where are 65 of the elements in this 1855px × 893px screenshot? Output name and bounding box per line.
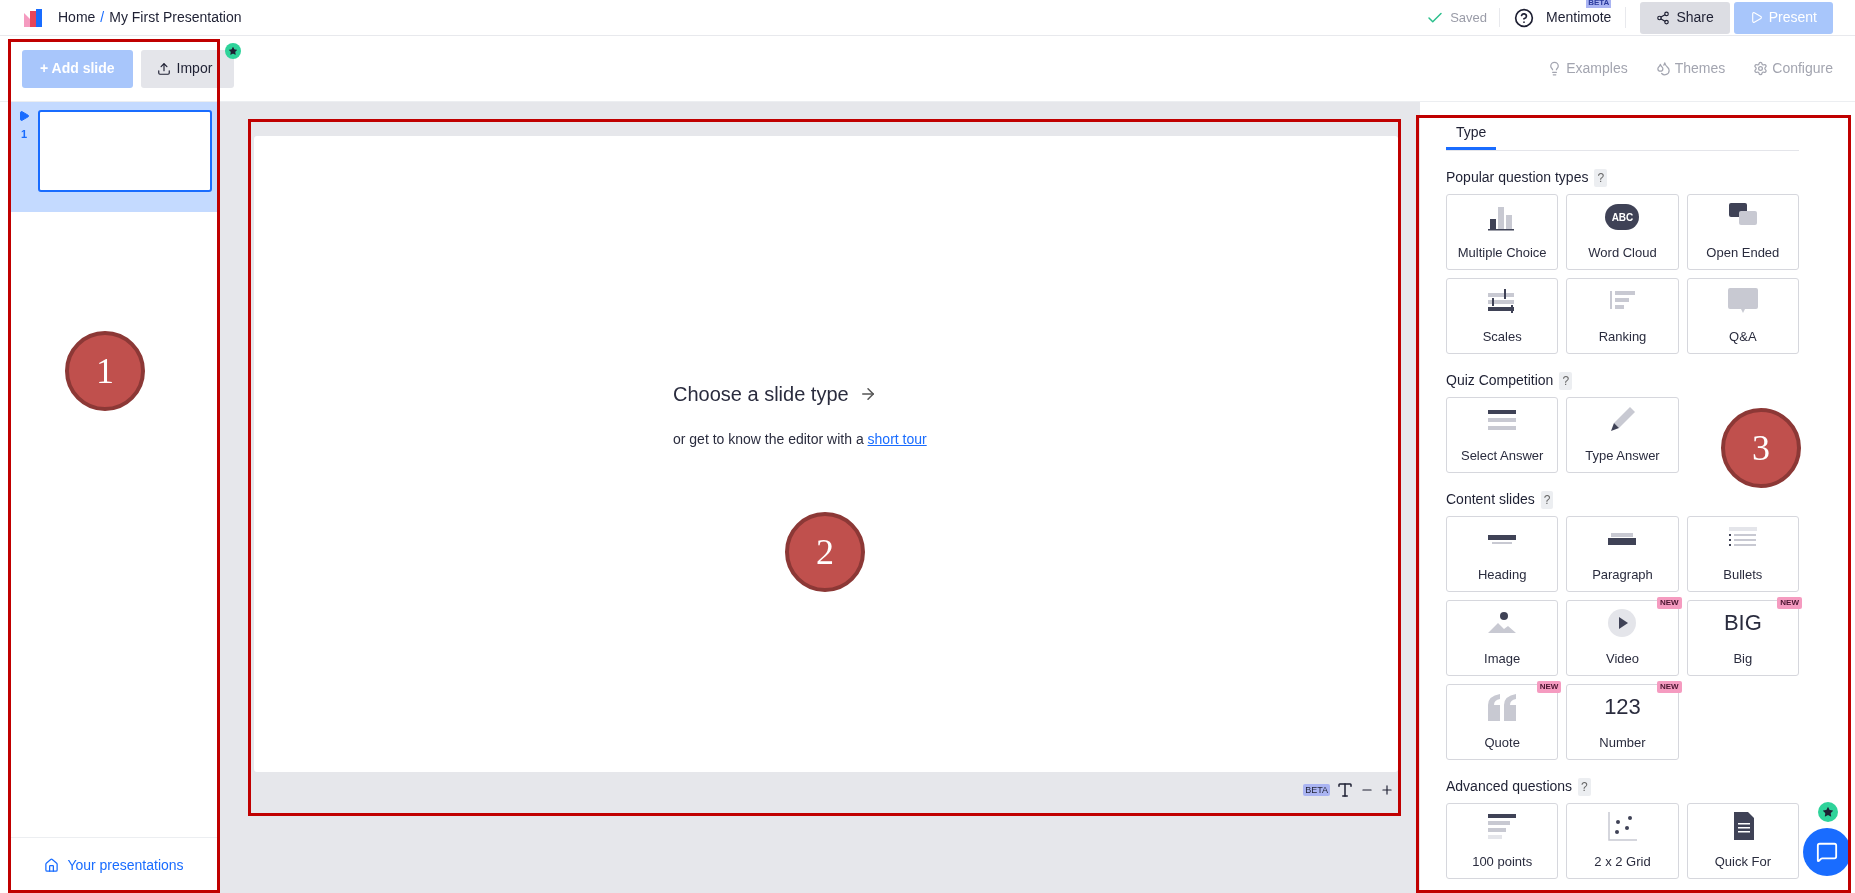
canvas-hint: or get to know the editor with a short tour	[673, 429, 927, 449]
panel-tab[interactable]: Type	[1446, 122, 1497, 150]
current-slide-icon	[18, 110, 30, 122]
section-heading: Popular question types	[1446, 168, 1589, 187]
slide-type-tile[interactable]: 123 Number NEW	[1566, 684, 1679, 760]
play-icon	[1749, 11, 1763, 24]
star-badge-icon	[225, 42, 242, 59]
text-size-icon[interactable]	[1336, 781, 1354, 799]
slide-type-tile[interactable]: Type Answer	[1566, 397, 1679, 473]
slide-type-tile[interactable]: Quote NEW	[1446, 684, 1559, 760]
your-presentations-link[interactable]: Your presentations	[67, 855, 184, 876]
short-tour-link[interactable]: short tour	[867, 430, 927, 447]
cloud-icon: ABC	[1605, 204, 1640, 231]
import-button[interactable]: Impor	[140, 49, 235, 88]
slide-type-tile[interactable]: Scales	[1446, 278, 1559, 354]
zoom-in-icon[interactable]	[1380, 783, 1394, 797]
chat-icon	[1816, 841, 1838, 863]
help-button[interactable]: ?	[1578, 777, 1591, 796]
slide-type-tile[interactable]: Image	[1446, 600, 1559, 676]
presentation-title[interactable]: My First Presentation	[109, 7, 242, 28]
slide-type-tile[interactable]: Video NEW	[1566, 600, 1679, 676]
canvas-title: Choose a slide type	[673, 381, 849, 407]
saved-status: Saved	[1450, 7, 1501, 28]
slide-type-tile[interactable]: Ranking	[1566, 278, 1679, 354]
tile-glyph: 123	[1604, 696, 1641, 719]
help-button[interactable]: ?	[1559, 371, 1573, 390]
slide-type-tile[interactable]: Open Ended	[1686, 194, 1799, 270]
slide-type-tile[interactable]: 2 x 2 Grid	[1566, 803, 1679, 879]
slide-type-tile[interactable]: Multiple Choice	[1446, 194, 1559, 270]
new-badge: NEW	[1777, 597, 1802, 609]
share-icon	[1656, 10, 1671, 25]
new-badge: NEW	[1657, 597, 1682, 609]
heading-icon	[1488, 534, 1517, 544]
slide-type-tile[interactable]: Q&A	[1686, 278, 1799, 354]
section-heading: Advanced questions	[1446, 777, 1573, 796]
breadcrumb-separator: /	[100, 8, 105, 27]
slide-type-tile[interactable]: Paragraph	[1566, 516, 1679, 592]
share-button[interactable]: Share	[1640, 1, 1730, 34]
slide-type-tile[interactable]: Heading	[1446, 516, 1559, 592]
help-button[interactable]: ?	[1540, 490, 1554, 509]
drop-icon	[1655, 61, 1671, 76]
section-heading: Quiz Competition	[1446, 371, 1554, 390]
slide-type-tile[interactable]: Bullets	[1686, 516, 1799, 592]
slide-type-tile[interactable]: Quick For	[1686, 803, 1799, 879]
mentimote-button[interactable]: Mentimote	[1500, 7, 1612, 28]
tile-glyph: BIG	[1723, 612, 1762, 635]
slide-type-tile[interactable]: BIG Big NEW	[1686, 600, 1799, 676]
upload-icon	[156, 61, 171, 76]
beta-badge: BETA	[1303, 784, 1330, 796]
paragraph-icon	[1608, 533, 1637, 546]
home-icon	[44, 858, 60, 873]
logo-icon[interactable]	[22, 6, 44, 29]
new-badge: NEW	[1536, 681, 1562, 693]
slide-type-tile[interactable]: 100 points	[1446, 803, 1559, 879]
slide-number: 1	[20, 127, 28, 142]
home-link[interactable]: Home	[58, 7, 96, 28]
help-button[interactable]: ?	[1594, 168, 1608, 187]
new-badge: NEW	[1657, 681, 1682, 693]
slide-type-tile[interactable]: ABC Word Cloud	[1566, 194, 1679, 270]
settings-icon	[1753, 61, 1769, 76]
help-icon	[1514, 7, 1535, 28]
beta-badge: BETA	[1586, 0, 1612, 8]
slide-thumbnail[interactable]	[38, 110, 212, 192]
slide-type-tile[interactable]: Select Answer	[1446, 397, 1559, 473]
section-heading: Content slides	[1446, 490, 1535, 509]
